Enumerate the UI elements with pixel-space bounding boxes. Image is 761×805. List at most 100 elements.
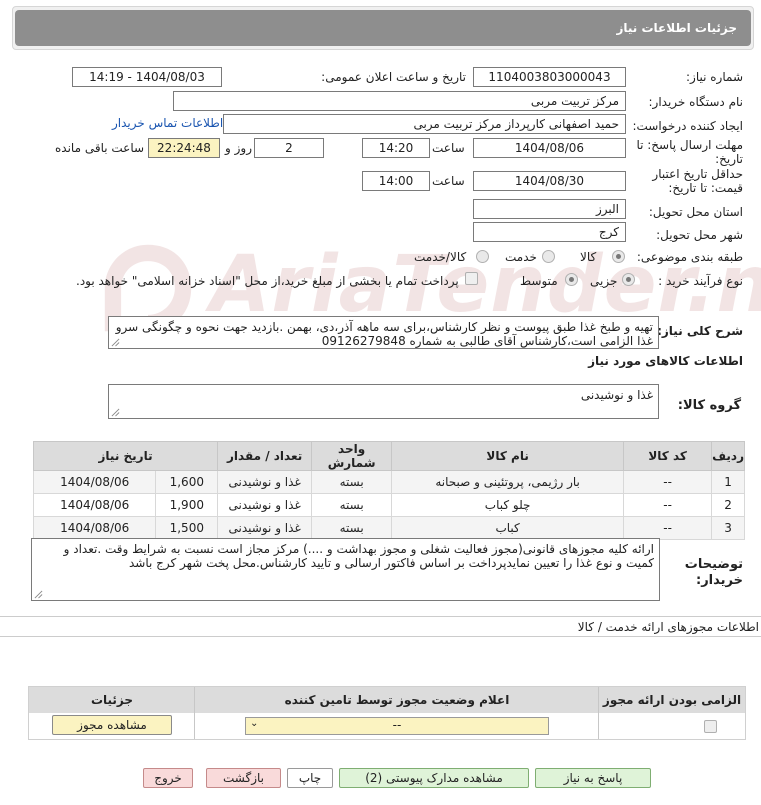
- deadline-time-label: ساعت: [432, 141, 465, 155]
- category-option-goods: کالا: [580, 250, 597, 264]
- table-row: 3 -- کباب بسته غذا و نوشیدنی 1,500 1404/…: [32, 516, 745, 540]
- announce-label: تاریخ و ساعت اعلان عمومی:: [321, 70, 466, 84]
- page-title: جزئیات اطلاعات نیاز: [15, 10, 751, 46]
- row-date: 1404/08/06: [32, 470, 157, 494]
- description-text: تهیه و طبخ غذا طبق پیوست و نظر کارشناس،ب…: [115, 320, 653, 348]
- divider: [0, 636, 761, 637]
- city-field: کرج: [473, 222, 626, 242]
- buyer-org-label: نام دستگاه خریدار:: [648, 95, 744, 109]
- row-name: چلو کباب: [391, 493, 625, 517]
- remaining-time-field: 22:24:48: [148, 138, 220, 158]
- purchase-type-label: نوع فرآیند خرید :: [658, 274, 743, 288]
- treasury-checkbox[interactable]: [465, 272, 478, 285]
- row-code: --: [623, 516, 713, 540]
- license-required-checkbox[interactable]: [704, 720, 717, 733]
- license-col-status: اعلام وضعیت مجوز توسط تامین کننده: [284, 693, 510, 707]
- col-unit: واحد شمارش: [311, 441, 393, 471]
- license-col-required: الزامی بودن ارائه مجوز: [602, 693, 742, 707]
- deadline-label-2: تاریخ:: [715, 152, 743, 166]
- category-radio-service[interactable]: [542, 250, 555, 263]
- row-qty: 1,900: [155, 493, 219, 517]
- view-license-button[interactable]: مشاهده مجوز: [52, 715, 172, 735]
- table-row: 1 -- بار رژیمی، پروتئینی و صبحانه بسته غ…: [32, 470, 745, 494]
- exit-button[interactable]: خروج: [143, 768, 193, 788]
- row-category: غذا و نوشیدنی: [217, 470, 313, 494]
- row-date: 1404/08/06: [32, 493, 157, 517]
- buyer-notes-textarea[interactable]: ارائه کلیه مجوزهای قانونی(مجوز فعالیت شغ…: [31, 538, 660, 601]
- goods-group-label: گروه کالا:: [677, 398, 741, 413]
- category-radio-goods[interactable]: [612, 250, 625, 263]
- resize-grip-icon[interactable]: [111, 338, 120, 347]
- buyer-notes-text: ارائه کلیه مجوزهای قانونی(مجوز فعالیت شغ…: [63, 542, 654, 570]
- category-label: طبقه بندی موضوعی:: [636, 250, 743, 264]
- row-name: کباب: [391, 516, 625, 540]
- row-index: 2: [711, 493, 745, 517]
- province-label: استان محل تحویل:: [648, 205, 743, 219]
- col-name: نام کالا: [391, 441, 625, 471]
- license-status-value: --: [392, 718, 402, 732]
- col-date: تاریخ نیاز: [32, 441, 219, 471]
- deadline-date-field: 1404/08/06: [473, 138, 626, 158]
- row-unit: بسته: [311, 470, 393, 494]
- validity-time-field: 14:00: [362, 171, 430, 191]
- description-textarea[interactable]: تهیه و طبخ غذا طبق پیوست و نظر کارشناس،ب…: [108, 316, 659, 349]
- validity-label: حداقل تاریخ اعتبار: [652, 167, 743, 181]
- row-unit: بسته: [311, 493, 393, 517]
- divider: [0, 616, 761, 617]
- row-unit: بسته: [311, 516, 393, 540]
- col-qty: تعداد / مقدار: [217, 441, 313, 471]
- goods-table: ردیف کد کالا نام کالا واحد شمارش تعداد /…: [32, 441, 745, 540]
- attachments-button[interactable]: مشاهده مدارک پیوستی (2): [339, 768, 529, 788]
- category-option-goods-service: کالا/خدمت: [414, 250, 467, 264]
- row-code: --: [623, 470, 713, 494]
- row-category: غذا و نوشیدنی: [217, 516, 313, 540]
- remaining-label: ساعت باقی مانده: [55, 141, 145, 155]
- requester-field: حمید اصفهانی کارپرداز مرکز تربیت مربی: [223, 114, 626, 134]
- resize-grip-icon[interactable]: [111, 408, 120, 417]
- buyer-notes-label-2: خریدار:: [696, 573, 743, 588]
- row-index: 1: [711, 470, 745, 494]
- validity-date-field: 1404/08/30: [473, 171, 626, 191]
- days-field: 2: [254, 138, 324, 158]
- row-index: 3: [711, 516, 745, 540]
- back-button[interactable]: بازگشت: [206, 768, 281, 788]
- category-option-service: خدمت: [505, 250, 537, 264]
- category-radio-goods-service[interactable]: [476, 250, 489, 263]
- goods-section-title: اطلاعات کالاهای مورد نیاز: [588, 354, 743, 368]
- purchase-option-minor: جزیی: [590, 274, 618, 288]
- print-button[interactable]: چاپ: [287, 768, 333, 788]
- city-label: شهر محل تحویل:: [656, 228, 743, 242]
- license-status-select[interactable]: -- ⌄: [245, 717, 549, 735]
- treasury-note: پرداخت تمام یا بخشی از مبلغ خرید،از محل …: [76, 274, 459, 288]
- row-qty: 1,500: [155, 516, 219, 540]
- row-name: بار رژیمی، پروتئینی و صبحانه: [391, 470, 625, 494]
- buyer-notes-label: توضیحات: [684, 557, 743, 572]
- purchase-option-medium: متوسط: [520, 274, 558, 288]
- deadline-label: مهلت ارسال پاسخ: تا: [636, 138, 743, 152]
- description-label: شرح کلی نیاز:: [657, 324, 743, 338]
- licenses-table: الزامی بودن ارائه مجوز اعلام وضعیت مجوز …: [28, 686, 746, 740]
- col-sep: [194, 687, 195, 739]
- col-sep: [598, 687, 599, 739]
- validity-time-label: ساعت: [432, 174, 465, 188]
- need-number-field: 1104003803000043: [473, 67, 626, 87]
- announce-field: 1404/08/03 - 14:19: [72, 67, 222, 87]
- resize-grip-icon[interactable]: [34, 590, 43, 599]
- chevron-down-icon: ⌄: [250, 718, 259, 729]
- validity-label-2: قیمت: تا تاریخ:: [668, 181, 743, 195]
- province-field: البرز: [473, 199, 626, 219]
- licenses-section-title: اطلاعات مجوزهای ارائه خدمت / کالا: [577, 620, 759, 634]
- goods-group-field: غذا و نوشیدنی: [108, 384, 659, 419]
- col-index: ردیف: [711, 441, 745, 471]
- goods-group-value: غذا و نوشیدنی: [580, 388, 653, 402]
- need-number-label: شماره نیاز:: [686, 70, 743, 84]
- requester-label: ایجاد کننده درخواست:: [632, 119, 743, 133]
- col-code: کد کالا: [623, 441, 713, 471]
- purchase-radio-minor[interactable]: [622, 273, 635, 286]
- reply-button[interactable]: پاسخ به نیاز: [535, 768, 651, 788]
- deadline-time-field: 14:20: [362, 138, 430, 158]
- license-col-details: جزئیات: [90, 693, 134, 707]
- purchase-radio-medium[interactable]: [565, 273, 578, 286]
- buyer-contact-link[interactable]: اطلاعات تماس خریدار: [112, 116, 223, 130]
- row-code: --: [623, 493, 713, 517]
